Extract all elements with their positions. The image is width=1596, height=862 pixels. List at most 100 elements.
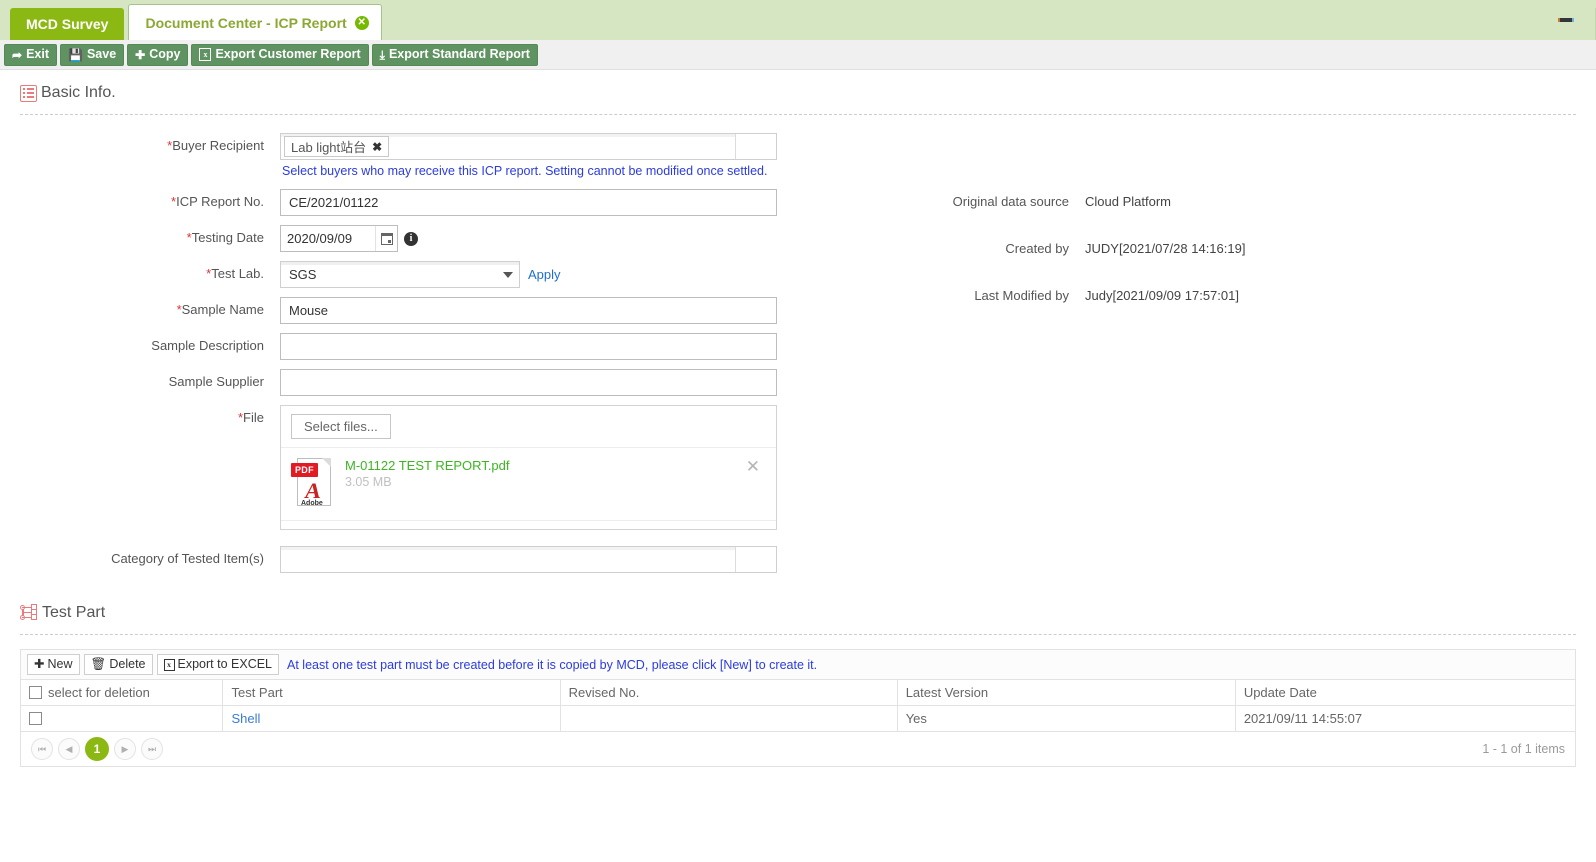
sample-description-input[interactable] [280,333,777,360]
file-upload-widget: Select files... PDF A Adobe M-01122 TEST… [280,405,777,530]
plus-icon: ✚ [34,657,45,672]
pager-first-button[interactable]: ⏮ [31,738,53,760]
original-data-source-label: Original data source [952,194,1069,209]
cell-update-date: 2021/09/11 14:55:07 [1234,705,1577,732]
tab-close-icon[interactable]: ✕ [354,15,369,30]
column-header-revised-no: Revised No. [559,679,898,706]
icp-report-no-control [280,189,810,216]
chip-label: Lab light站台 [291,140,367,155]
row-checkbox[interactable] [29,712,42,725]
field-row-sample-description: Sample Description [20,333,810,360]
export-customer-report-button[interactable]: x Export Customer Report [191,43,369,66]
column-header-select-for-deletion: select for deletion [19,679,224,706]
tab-label: MCD Survey [26,16,109,32]
export-customer-report-label: Export Customer Report [215,47,361,62]
file-name-link[interactable]: M-01122 TEST REPORT.pdf [345,458,740,473]
minimize-button[interactable] [1558,14,1574,24]
icp-report-no-label: *ICP Report No. [20,189,280,209]
buyer-recipient-chip[interactable]: Lab light站台 ✖ [284,136,390,157]
chip-remove-icon[interactable]: ✖ [372,140,382,154]
sample-supplier-input[interactable] [280,369,777,396]
sample-name-input[interactable] [280,297,777,324]
test-lab-select[interactable]: SGS [280,261,520,288]
created-by-value: JUDY[2021/07/28 14:16:19] [1085,241,1246,256]
category-of-tested-items-input[interactable] [281,547,736,572]
pager-last-button[interactable]: ⏭ [141,738,163,760]
sample-supplier-control [280,369,810,396]
info-icon[interactable]: i [404,231,418,246]
calendar-button[interactable] [375,226,397,251]
category-of-tested-items-lookup[interactable] [280,546,777,573]
cell-test-part: Shell [222,705,561,732]
buyer-recipient-hint: Select buyers who may receive this ICP r… [282,164,768,178]
test-part-section: Test Part ✚ New 🗑 Delete x Export to EXC… [0,582,1596,767]
delete-button[interactable]: 🗑 Delete [83,654,153,675]
field-row-file: *File Select files... PDF A Adobe M-0112… [20,405,810,530]
testing-date-input[interactable] [281,226,375,251]
file-control: Select files... PDF A Adobe M-01122 TEST… [280,405,810,530]
select-all-checkbox[interactable] [29,686,42,699]
export-to-excel-button[interactable]: x Export to EXCEL [156,654,280,675]
test-part-heading: Test Part [20,604,1576,634]
icp-report-no-label-text: ICP Report No. [176,194,264,209]
tab-label: Document Center - ICP Report [145,14,347,31]
field-row-buyer-recipient: *Buyer Recipient Lab light站台 ✖ Select bu… [20,133,810,180]
test-part-note: At least one test part must be created b… [287,657,818,672]
new-button[interactable]: ✚ New [27,654,80,675]
sample-name-control [280,297,810,324]
row-select-cell [19,705,224,732]
icp-report-no-input[interactable] [280,189,777,216]
column-header-update-date: Update Date [1234,679,1577,706]
test-part-grid-wrap: ✚ New 🗑 Delete x Export to EXCEL At leas… [19,635,1577,767]
chevron-down-icon [503,271,513,278]
meta-row-original-data-source: Original data source Cloud Platform [920,189,1245,209]
testing-date-label: *Testing Date [20,225,280,245]
list-icon [20,84,37,102]
cell-latest-version: Yes [896,705,1236,732]
exit-icon: ➦ [12,47,23,62]
copy-button[interactable]: ✚ Copy [127,43,189,66]
tab-document-center-icp-report[interactable]: Document Center - ICP Report ✕ [128,4,382,40]
tab-mcd-survey[interactable]: MCD Survey [10,8,125,40]
excel-icon: x [163,658,175,671]
plus-icon: ✚ [135,47,146,62]
pdf-icon-sublabel: Adobe [301,500,323,507]
buyer-recipient-multiselect[interactable]: Lab light站台 ✖ [280,133,777,160]
buyer-recipient-chip-area[interactable]: Lab light站台 ✖ [281,134,736,159]
copy-button-label: Copy [149,47,181,62]
file-remove-icon[interactable]: ✕ [740,456,766,477]
testing-date-picker[interactable] [280,225,398,252]
category-picker-button[interactable] [736,547,776,572]
export-to-excel-label: Export to EXCEL [177,657,273,672]
buyer-recipient-picker-button[interactable] [736,134,776,159]
field-row-icp-report-no: *ICP Report No. [20,189,810,216]
pager-prev-button[interactable]: ◀ [58,738,80,760]
test-lab-label: *Test Lab. [20,261,280,281]
exit-button[interactable]: ➦ Exit [4,43,57,66]
test-part-link[interactable]: Shell [231,711,260,726]
last-modified-by-value: Judy[2021/09/09 17:57:01] [1085,288,1239,303]
category-of-tested-items-label: Category of Tested Item(s) [111,551,264,566]
export-standard-report-button[interactable]: ⤓ Export Standard Report [371,43,538,66]
test-part-title: Test Part [42,604,106,621]
field-row-sample-supplier: Sample Supplier [20,369,810,396]
test-lab-label-text: Test Lab. [211,266,264,281]
field-row-category-of-tested-items: Category of Tested Item(s) [20,546,810,573]
tree-icon [20,604,38,622]
created-by-label: Created by [1005,241,1069,256]
save-button[interactable]: 💾 Save [60,43,125,66]
basic-info-title: Basic Info. [41,84,116,101]
pager-info: 1 - 1 of 1 items [1482,742,1565,756]
pdf-icon-label: PDF [291,463,318,477]
file-label: *File [20,405,280,425]
sample-description-control [280,333,810,360]
pager-next-button[interactable]: ▶ [114,738,136,760]
download-icon: ⤓ [379,47,385,62]
select-files-button[interactable]: Select files... [291,414,391,439]
test-part-toolbar: ✚ New 🗑 Delete x Export to EXCEL At leas… [20,649,1576,679]
sample-supplier-label: Sample Supplier [168,374,264,389]
file-meta: M-01122 TEST REPORT.pdf 3.05 MB [337,456,740,489]
apply-link[interactable]: Apply [528,267,561,282]
pager-page-1[interactable]: 1 [85,737,109,761]
sample-name-label-text: Sample Name [181,302,264,317]
